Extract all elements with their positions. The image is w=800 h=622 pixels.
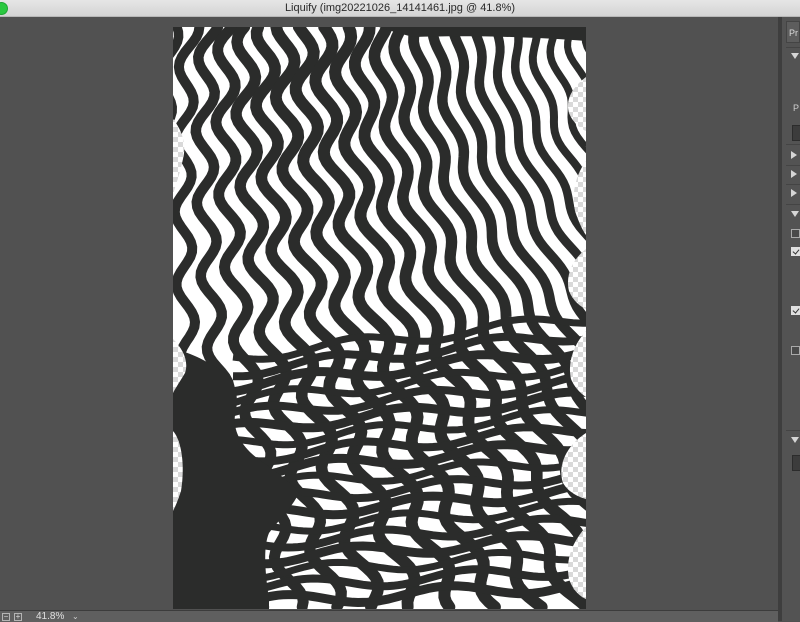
status-bar: − + 41.8% ⌄: [0, 610, 778, 622]
section-expand-icon[interactable]: [791, 170, 797, 178]
panel-separator: [786, 144, 800, 145]
distorted-stripes-image[interactable]: [173, 27, 586, 609]
section-expand-icon[interactable]: [791, 189, 797, 197]
panel-separator: [786, 430, 800, 431]
panel-field-label: P: [793, 103, 800, 113]
section-collapse-icon[interactable]: [791, 437, 799, 443]
option-checkbox[interactable]: [791, 346, 800, 355]
liquify-preview-area[interactable]: [0, 17, 778, 610]
liquify-properties-panel: Pr P: [782, 17, 800, 621]
window-title: Liquify (img20221026_14141461.jpg @ 41.8…: [284, 2, 516, 14]
section-collapse-icon[interactable]: [791, 211, 799, 217]
section-collapse-icon[interactable]: [791, 53, 799, 59]
panel-separator: [786, 165, 800, 166]
zoom-level-field[interactable]: 41.8%: [36, 611, 64, 622]
zoom-out-button[interactable]: −: [2, 613, 10, 621]
zoom-in-button[interactable]: +: [14, 613, 22, 621]
panel-separator: [786, 204, 800, 205]
chevron-down-icon[interactable]: ⌄: [72, 612, 79, 621]
section-expand-icon[interactable]: [791, 151, 797, 159]
title-bar: Liquify (img20221026_14141461.jpg @ 41.8…: [0, 0, 800, 17]
option-checkbox-checked[interactable]: [791, 306, 800, 315]
panel-input-field[interactable]: [792, 455, 800, 471]
panel-input-field[interactable]: [792, 125, 800, 141]
panel-separator: [786, 47, 800, 48]
properties-panel-tab[interactable]: Pr: [786, 21, 800, 43]
panel-separator: [786, 184, 800, 185]
option-checkbox-checked[interactable]: [791, 247, 800, 256]
option-checkbox[interactable]: [791, 229, 800, 238]
image-canvas[interactable]: [173, 27, 586, 609]
